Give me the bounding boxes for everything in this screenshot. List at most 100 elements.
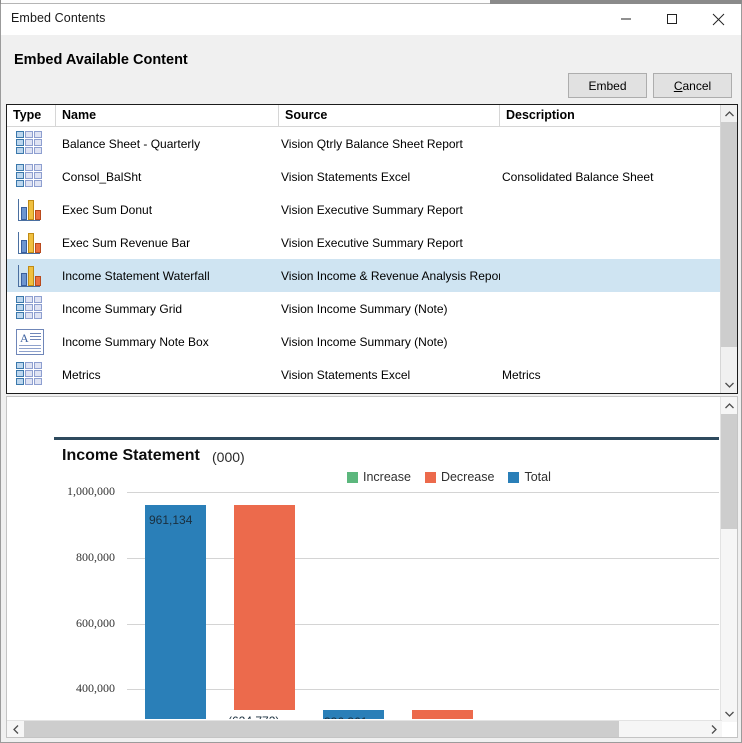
content-list-body: Balance Sheet - Quarterly Vision Qtrly Ba… — [7, 127, 737, 391]
table-row[interactable]: Balance Sheet - Quarterly Vision Qtrly Ba… — [7, 127, 737, 160]
cell-type — [7, 292, 56, 325]
grid-cell — [16, 295, 24, 303]
cell-name: Income Statement Waterfall — [62, 268, 210, 283]
chart-bar — [145, 504, 206, 719]
grid-cell — [25, 369, 33, 377]
grid-cell — [25, 163, 33, 171]
legend-item: Total — [508, 470, 551, 484]
cell-description — [500, 325, 718, 358]
content-list[interactable]: Type Name Source Description Balance She… — [6, 104, 738, 394]
legend-item: Decrease — [424, 470, 494, 484]
y-axis-tick-label: 400,000 — [76, 681, 115, 696]
scrollbar-thumb[interactable] — [24, 721, 619, 737]
column-header-type[interactable]: Type — [7, 105, 56, 127]
cancel-button-label: ancel — [682, 78, 712, 93]
grid-cell — [25, 295, 33, 303]
cancel-button[interactable]: Cancel — [653, 73, 732, 98]
grid-cell — [34, 361, 42, 369]
grid-cell — [34, 295, 42, 303]
cell-name: Exec Sum Donut — [62, 202, 153, 217]
grid-cell — [34, 303, 42, 311]
cell-source: Vision Executive Summary Report — [281, 202, 463, 217]
scroll-up-icon[interactable] — [721, 397, 737, 414]
dialog-header: Embed Available Content Embed Cancel Hid… — [1, 35, 741, 131]
cell-source: Vision Executive Summary Report — [281, 235, 463, 250]
grid-cell — [16, 179, 24, 187]
cell-source: Vision Qtrly Balance Sheet Report — [281, 136, 463, 151]
page-title: Embed Available Content — [14, 52, 188, 68]
grid-cell — [25, 138, 33, 146]
content-list-vertical-scrollbar[interactable] — [720, 105, 737, 393]
grid-icon — [16, 361, 44, 388]
bar-chart-icon — [16, 263, 44, 289]
table-row[interactable]: Exec Sum Revenue Bar Vision Executive Sum… — [7, 226, 737, 259]
table-row[interactable]: Income Statement Waterfall Vision Income … — [7, 259, 737, 292]
chart-legend: Increase Decrease Total — [347, 470, 560, 484]
scroll-right-icon[interactable] — [705, 721, 722, 737]
cell-type: A — [7, 325, 56, 358]
cell-name: Consol_BalSht — [62, 169, 142, 184]
grid-cell — [25, 179, 33, 187]
grid-icon — [16, 295, 44, 322]
column-header-name[interactable]: Name — [56, 105, 279, 127]
grid-cell — [34, 163, 42, 171]
cell-type — [7, 226, 56, 259]
chart-title: Income Statement — [62, 447, 200, 464]
cell-description — [500, 292, 718, 325]
bar-chart-icon — [16, 230, 44, 256]
legend-swatch — [508, 471, 520, 483]
grid-cell — [34, 171, 42, 179]
grid-cell — [34, 138, 42, 146]
preview-horizontal-scrollbar[interactable] — [7, 720, 722, 737]
grid-cell — [16, 303, 24, 311]
table-row[interactable]: Income Summary Grid Vision Income Summary… — [7, 292, 737, 325]
preview-vertical-scrollbar[interactable] — [720, 397, 737, 722]
grid-cell — [34, 130, 42, 138]
embed-contents-dialog: Embed Contents Embed Available Content E… — [0, 4, 742, 743]
cell-description — [500, 127, 718, 160]
letter-a-glyph: A — [20, 330, 29, 345]
minimize-button[interactable] — [603, 4, 649, 34]
embed-button[interactable]: Embed — [568, 73, 647, 98]
chart-bar — [412, 710, 473, 719]
table-row[interactable]: Exec Sum Donut Vision Executive Summary R… — [7, 193, 737, 226]
scroll-up-icon[interactable] — [721, 105, 737, 122]
column-header-source[interactable]: Source — [279, 105, 500, 127]
bar-chart-icon — [16, 197, 44, 223]
cell-type — [7, 193, 56, 226]
cell-source: Vision Income Summary (Note) — [281, 334, 448, 349]
grid-cell — [16, 138, 24, 146]
close-button[interactable] — [695, 4, 741, 34]
grid-cell — [25, 303, 33, 311]
grid-cell — [16, 171, 24, 179]
minimize-icon — [621, 18, 631, 20]
grid-cell — [25, 130, 33, 138]
cell-name: Metrics — [62, 367, 101, 382]
grid-cell — [34, 311, 42, 319]
maximize-button[interactable] — [649, 4, 695, 34]
embed-button-label: Embed — [588, 78, 627, 93]
cell-description: Metrics — [502, 367, 541, 382]
preview-pane: Income Statement (000) Increase Decrease T… — [6, 396, 738, 738]
cell-type — [7, 259, 56, 292]
table-row[interactable]: Consol_BalSht Vision Statements Excel Cons… — [7, 160, 737, 193]
chart-title-rule — [54, 437, 719, 440]
grid-cell — [16, 130, 24, 138]
grid-cell — [16, 361, 24, 369]
grid-cell — [34, 377, 42, 385]
note-box-icon: A — [16, 328, 44, 355]
grid-cell — [16, 377, 24, 385]
scroll-left-icon[interactable] — [7, 721, 24, 737]
scrollbar-thumb[interactable] — [721, 414, 737, 529]
cell-description — [500, 259, 718, 292]
grid-cell — [16, 311, 24, 319]
grid-cell — [34, 146, 42, 154]
scroll-down-icon[interactable] — [721, 376, 737, 393]
column-header-description[interactable]: Description — [500, 105, 718, 127]
table-row[interactable]: A Income Summary Note Box Vision Income Su… — [7, 325, 737, 358]
legend-swatch — [347, 471, 358, 483]
scrollbar-thumb[interactable] — [721, 122, 737, 347]
table-row[interactable]: Metrics Vision Statements Excel Metrics — [7, 358, 737, 391]
scroll-down-icon[interactable] — [721, 705, 737, 722]
cancel-button-mnemonic: C — [673, 78, 683, 93]
